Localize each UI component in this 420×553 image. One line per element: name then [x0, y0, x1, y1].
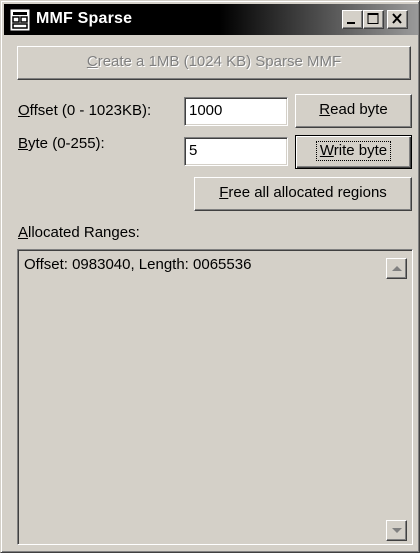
minimize-button[interactable] — [342, 10, 363, 29]
app-window-icon — [10, 9, 30, 31]
minimize-icon — [347, 22, 355, 24]
read-byte-button[interactable]: Read byte — [295, 94, 412, 128]
allocated-ranges-label: Allocated Ranges: — [18, 224, 140, 241]
allocated-ranges-list[interactable]: Offset: 0983040, Length: 0065536 — [17, 249, 413, 545]
create-sparse-mmf-button[interactable]: Create a 1MB (1024 KB) Sparse MMF — [17, 46, 411, 80]
vertical-scrollbar[interactable] — [385, 252, 409, 542]
offset-label: Offset (0 - 1023KB): — [18, 102, 152, 119]
free-regions-button[interactable]: Free all allocated regions — [194, 177, 412, 211]
scroll-up-button[interactable] — [386, 258, 407, 279]
chevron-up-icon — [392, 266, 402, 271]
close-icon — [392, 13, 402, 24]
maximize-button[interactable] — [363, 10, 384, 29]
list-item[interactable]: Offset: 0983040, Length: 0065536 — [24, 256, 251, 273]
write-byte-button[interactable]: Write byte — [295, 135, 412, 169]
chevron-down-icon — [392, 528, 402, 533]
byte-input[interactable]: 5 — [184, 137, 288, 166]
window-title: MMF Sparse — [36, 10, 133, 27]
maximize-icon — [367, 13, 379, 24]
byte-label: Byte (0-255): — [18, 135, 105, 152]
title-bar[interactable]: MMF Sparse — [4, 4, 418, 35]
offset-input[interactable]: 1000 — [184, 97, 288, 126]
scroll-down-button[interactable] — [386, 520, 407, 541]
main-window: MMF Sparse Create a 1MB (1024 KB) Sparse… — [0, 0, 420, 553]
close-button[interactable] — [387, 10, 408, 29]
